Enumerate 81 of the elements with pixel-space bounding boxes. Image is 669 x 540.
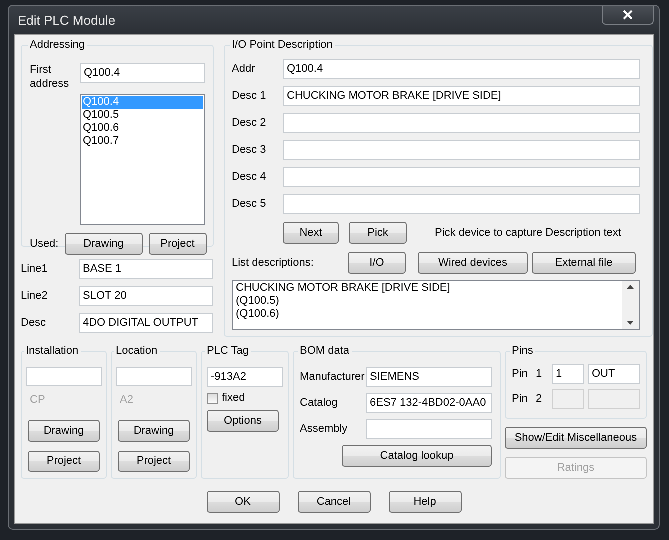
project-button[interactable]: Project [148,233,207,255]
drawing-button[interactable]: Drawing [28,420,100,442]
drawing-button[interactable]: Drawing [64,233,143,255]
list-item[interactable]: (Q100.5) [236,295,619,308]
pick-button[interactable]: Pick [349,222,407,244]
cancel-button[interactable]: Cancel [298,491,370,513]
current-value: A2 [120,394,134,406]
list-item[interactable]: Q100.5 [82,109,203,122]
window-title: Edit PLC Module [17,12,116,28]
field-label: Line2 [21,290,49,302]
text-field[interactable]: SIEMENS [366,367,492,387]
miscellaneous-button[interactable]: Show/Edit Miscellaneous [505,427,647,449]
field-label: Pin [512,393,529,405]
field-label: Catalog [300,397,339,409]
field-label: Desc 3 [232,144,268,156]
group-title: Installation [25,345,80,357]
scroll-down-icon[interactable] [627,321,634,325]
text-field[interactable]: 4DO DIGITAL OUTPUT [79,313,213,333]
field-label: Desc 4 [232,170,268,182]
text-field[interactable] [116,367,192,386]
text-field[interactable] [283,166,640,186]
field-label: Pin [512,368,529,380]
text-field[interactable]: -913A2 [207,367,283,387]
text-field[interactable] [26,367,102,386]
field-label: First address [30,63,70,91]
text-field[interactable]: OUT [588,364,640,384]
text-field[interactable]: SLOT 20 [79,286,213,306]
ok-button[interactable]: OK [206,491,280,513]
text-field[interactable]: 6ES7 132-4BD02-0AA0 [366,393,492,413]
field-label: Desc 5 [232,198,268,210]
hint-text: Pick device to capture Description text [435,227,622,239]
field-label: List descriptions: [232,257,315,269]
text-field[interactable]: CHUCKING MOTOR BRAKE [DRIVE SIDE] [283,86,640,106]
help-button[interactable]: Help [388,491,462,513]
text-field[interactable]: Q100.4 [283,58,640,78]
checkbox[interactable] [207,392,218,404]
text-field[interactable] [283,112,640,132]
close-icon [623,10,633,20]
checkbox-label: fixed [222,392,246,404]
list-item[interactable]: CHUCKING MOTOR BRAKE [DRIVE SIDE] [236,282,619,295]
text-field[interactable]: Q100.4 [80,63,205,83]
list-item[interactable]: (Q100.6) [236,308,619,321]
list-source-button[interactable]: I/O [348,252,406,274]
current-value: CP [30,394,46,406]
address-list[interactable]: Q100.4 Q100.5 Q100.6 Q100.7 [80,94,205,225]
group-title: BOM data [299,345,351,357]
next-button[interactable]: Next [283,222,339,244]
field-label: Addr [232,62,256,74]
drawing-button[interactable]: Drawing [118,420,190,442]
text-field[interactable] [283,194,640,214]
group-title: I/O Point Description [231,39,334,51]
options-button[interactable]: Options [207,410,279,432]
pin-number: 2 [536,393,544,405]
description-list[interactable]: CHUCKING MOTOR BRAKE [DRIVE SIDE] (Q100.5) (Q100.6) [232,280,640,330]
field-label: Manufacturer [300,371,366,383]
project-button[interactable]: Project [28,450,100,472]
list-item[interactable]: Q100.7 [82,135,203,148]
group-title: PLC Tag [206,345,250,357]
group-title: Pins [511,345,534,357]
scroll-up-icon[interactable] [627,285,634,289]
field-label: Line1 [21,263,49,275]
text-field[interactable]: BASE 1 [79,259,213,279]
text-field[interactable] [366,419,492,439]
text-field[interactable] [283,140,640,160]
pin-number: 1 [536,368,544,380]
close-button[interactable] [602,6,654,25]
field-label: Desc 2 [232,116,268,128]
list-item[interactable]: Q100.6 [82,122,203,135]
field-label: Used: [30,238,59,250]
list-source-button[interactable]: External file [532,252,636,274]
field-label: Desc [21,317,48,329]
text-field[interactable]: 1 [552,364,584,384]
group-title: Location [115,345,159,357]
scrollbar[interactable] [622,281,639,329]
field-label: Assembly [300,423,349,435]
list-source-button[interactable]: Wired devices [418,252,528,274]
text-field[interactable] [588,389,640,409]
catalog-lookup-button[interactable]: Catalog lookup [342,445,492,467]
project-button[interactable]: Project [118,450,190,472]
group-title: Addressing [29,39,86,51]
field-label: Desc 1 [232,90,268,102]
